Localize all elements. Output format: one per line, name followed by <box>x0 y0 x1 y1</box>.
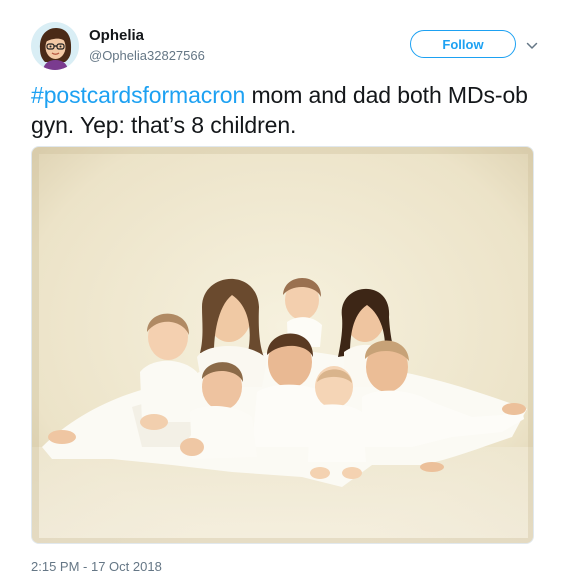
follow-button[interactable]: Follow <box>410 30 516 58</box>
chevron-down-icon[interactable] <box>526 38 538 49</box>
tweet-timestamp[interactable]: 2:15 PM - 17 Oct 2018 <box>31 559 162 574</box>
family-photo <box>32 147 533 543</box>
user-info[interactable]: Ophelia @Ophelia32827566 <box>89 27 205 65</box>
tweet-photo[interactable] <box>31 146 534 544</box>
avatar[interactable] <box>31 22 79 70</box>
display-name[interactable]: Ophelia <box>89 27 205 45</box>
user-handle[interactable]: @Ophelia32827566 <box>89 47 205 65</box>
tweet-card: Ophelia @Ophelia32827566 Follow #postcar… <box>0 0 565 586</box>
hashtag-link[interactable]: #postcardsformacron <box>31 82 245 108</box>
avatar-illustration <box>31 22 79 70</box>
tweet-text: #postcardsformacron mom and dad both MDs… <box>31 80 541 140</box>
